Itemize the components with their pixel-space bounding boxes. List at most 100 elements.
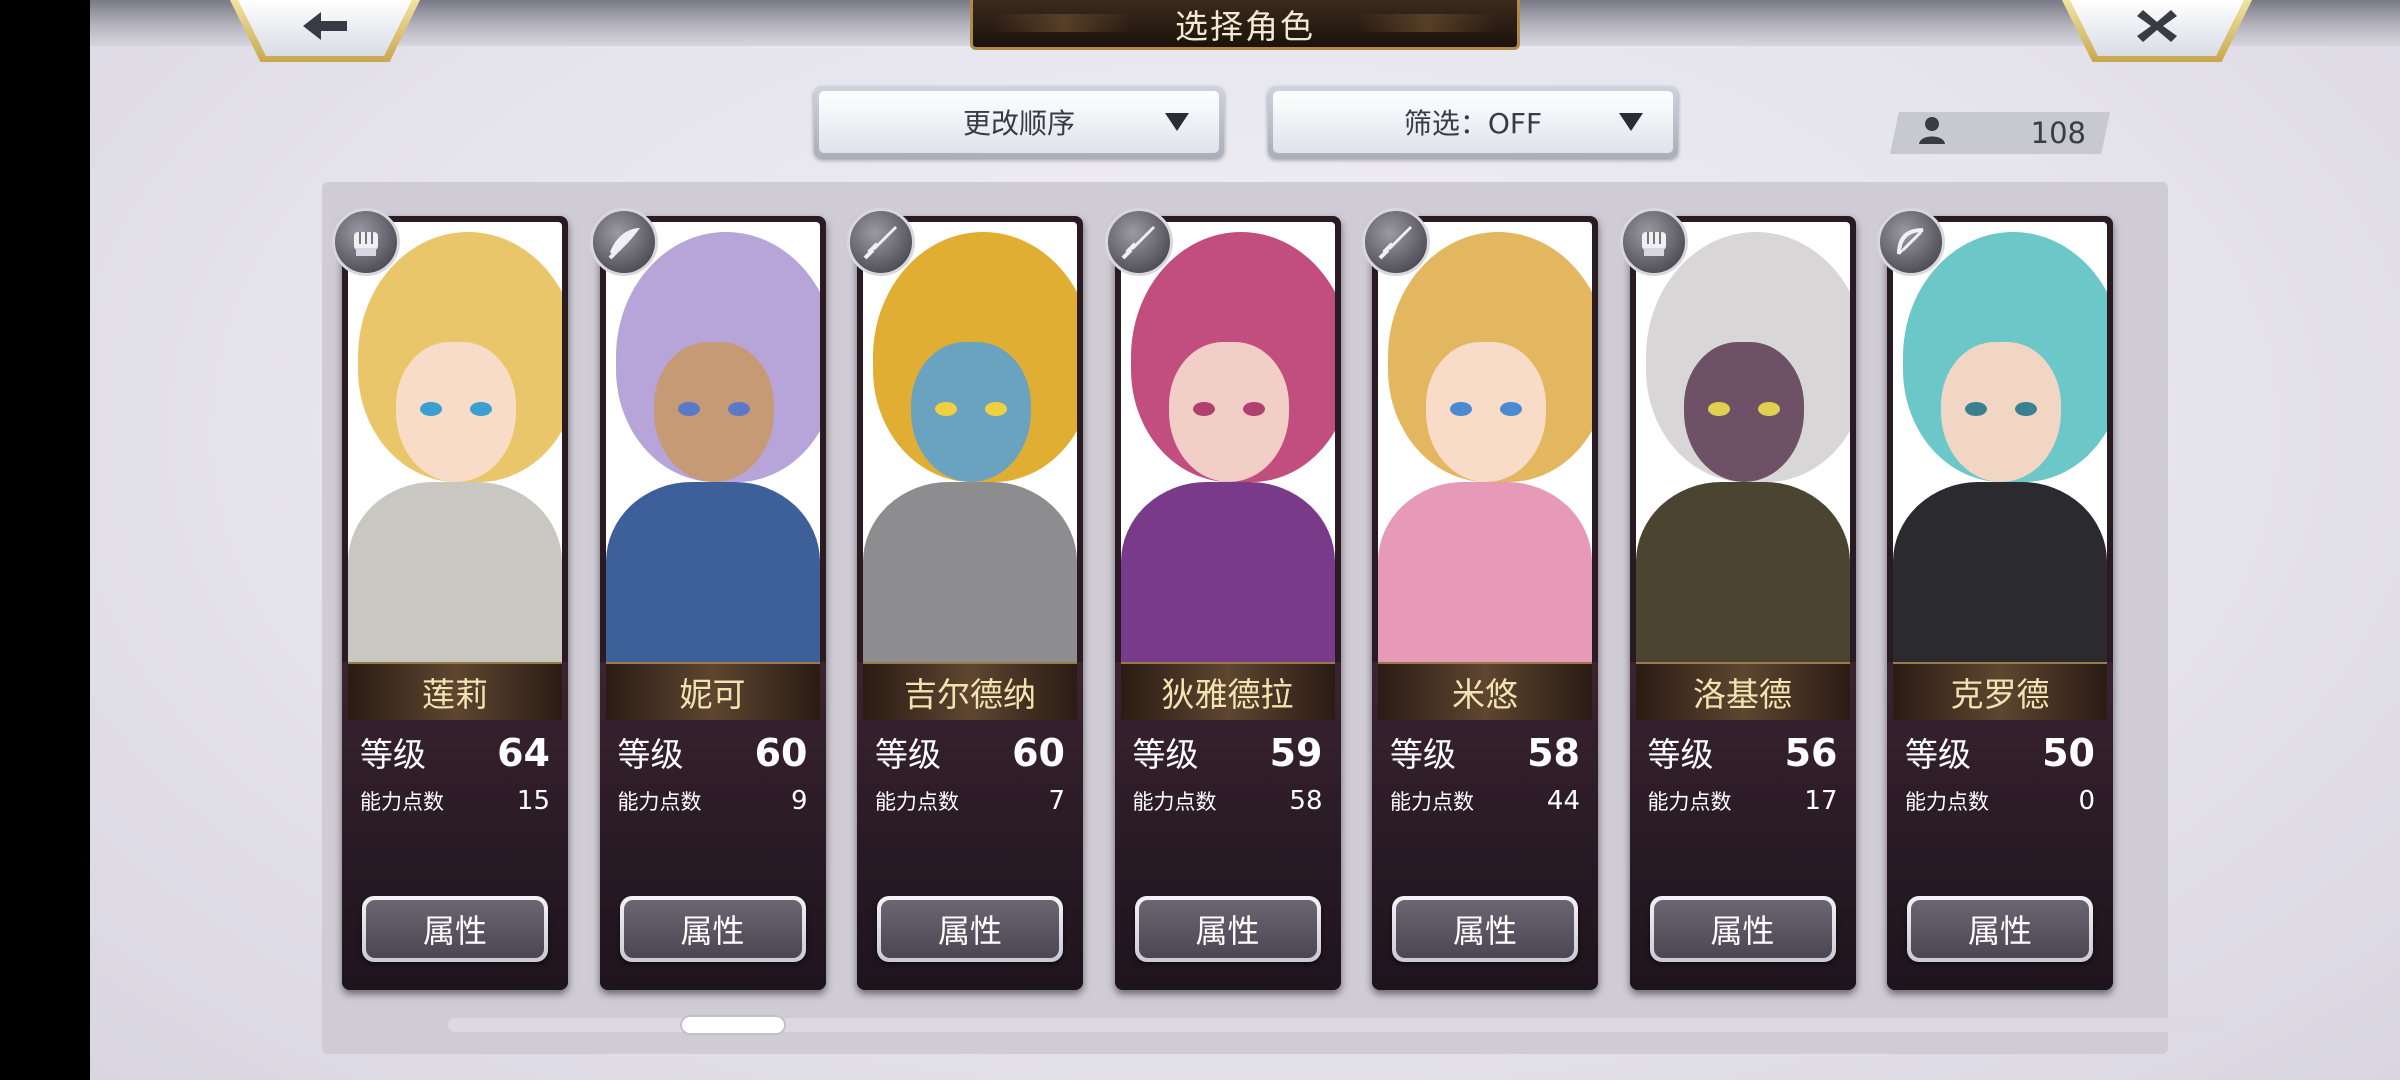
ability-points-value: 58	[1289, 786, 1323, 816]
filter-dropdown[interactable]: 筛选：OFF	[1268, 86, 1678, 158]
attributes-button[interactable]: 属性	[1907, 896, 2093, 962]
portrait-eye	[420, 402, 442, 416]
ability-points-value: 7	[1048, 786, 1065, 816]
character-portrait[interactable]	[1635, 222, 1850, 662]
character-card[interactable]: 狄雅德拉 等级 59 能力点数 58 属性	[1114, 216, 1341, 990]
chevron-down-icon	[1619, 113, 1643, 131]
ability-points-row: 能力点数 44	[1390, 786, 1580, 816]
portrait-outfit	[605, 482, 820, 662]
character-card[interactable]: 吉尔德纳 等级 60 能力点数 7 属性	[857, 216, 1083, 990]
arrow-left-icon	[297, 6, 353, 50]
portrait-eye	[1192, 402, 1215, 416]
attributes-button-label: 属性	[1195, 912, 1260, 950]
attributes-button-label: 属性	[422, 912, 487, 950]
character-portrait[interactable]	[1120, 222, 1335, 662]
portrait-face	[653, 342, 774, 482]
character-name: 妮可	[605, 662, 820, 720]
portrait-eye	[935, 402, 957, 416]
character-portrait[interactable]	[1893, 222, 2107, 662]
character-portrait[interactable]	[348, 222, 562, 662]
portrait-outfit	[1635, 482, 1850, 662]
character-name-text: 狄雅德拉	[1161, 675, 1294, 714]
level-label: 等级	[1132, 735, 1199, 774]
sort-dropdown[interactable]: 更改顺序	[814, 86, 1224, 158]
level-label: 等级	[1905, 735, 1971, 774]
level-row: 等级 64	[360, 728, 550, 776]
ability-points-label: 能力点数	[360, 790, 444, 814]
level-label: 等级	[1390, 735, 1456, 774]
character-name: 洛基德	[1635, 662, 1850, 720]
character-card[interactable]: 克罗德 等级 50 能力点数 0 属性	[1887, 216, 2113, 990]
character-name-text: 米悠	[1452, 675, 1518, 714]
ability-points-label: 能力点数	[1390, 790, 1474, 814]
ability-points-value: 15	[516, 786, 550, 816]
attributes-button[interactable]: 属性	[1134, 896, 1321, 962]
character-card[interactable]: 莲莉 等级 64 能力点数 15 属性	[342, 216, 568, 990]
character-card[interactable]: 米悠 等级 58 能力点数 44 属性	[1372, 216, 1598, 990]
level-value: 64	[497, 731, 550, 775]
close-button[interactable]	[2062, 0, 2252, 62]
character-card[interactable]: 洛基德 等级 56 能力点数 17 属性	[1629, 216, 1856, 990]
character-portrait[interactable]	[605, 222, 820, 662]
person-icon	[1916, 114, 1948, 153]
ability-points-label: 能力点数	[1647, 790, 1732, 814]
portrait-eye	[1500, 402, 1522, 416]
portrait-eye	[1450, 402, 1472, 416]
portrait-outfit	[348, 482, 562, 662]
ability-points-value: 9	[790, 786, 808, 816]
sword-icon	[1104, 208, 1173, 276]
ability-points-row: 能力点数 7	[875, 786, 1065, 816]
character-card[interactable]: 妮可 等级 60 能力点数 9 属性	[599, 216, 826, 990]
portrait-face	[1941, 342, 2061, 482]
portrait-outfit	[1893, 482, 2107, 662]
portrait-eye	[1242, 402, 1265, 416]
ability-points-row: 能力点数 58	[1133, 786, 1323, 816]
level-label: 等级	[617, 735, 684, 774]
attributes-button[interactable]: 属性	[362, 896, 548, 962]
filter-label: 筛选：OFF	[1403, 107, 1543, 140]
level-label: 等级	[360, 735, 426, 774]
ability-points-label: 能力点数	[875, 790, 959, 814]
portrait-eye	[1965, 402, 1987, 416]
character-name-text: 吉尔德纳	[904, 675, 1036, 714]
level-value: 58	[1527, 731, 1580, 775]
ability-points-row: 能力点数 15	[360, 786, 550, 816]
level-label: 等级	[875, 735, 941, 774]
level-value: 60	[754, 731, 808, 775]
portrait-outfit	[863, 482, 1077, 662]
back-button[interactable]	[230, 0, 420, 62]
game-screen: 选择角色 更改顺序 筛选：OFF 108 莲莉 等级 64 能力点数 15 属性…	[90, 0, 2400, 1080]
page-title-text: 选择角色	[1175, 6, 1315, 46]
portrait-face	[1168, 342, 1289, 482]
scrollbar-thumb[interactable]	[680, 1015, 786, 1035]
level-row: 等级 56	[1648, 728, 1838, 776]
portrait-eye	[2015, 402, 2037, 416]
level-row: 等级 60	[618, 728, 808, 776]
attributes-button[interactable]: 属性	[1392, 896, 1578, 962]
portrait-eye	[1757, 402, 1780, 416]
portrait-eye	[677, 402, 700, 416]
blade-icon	[589, 208, 658, 276]
attributes-button[interactable]: 属性	[619, 896, 806, 962]
portrait-face	[1426, 342, 1546, 482]
attributes-button[interactable]: 属性	[1649, 896, 1836, 962]
ability-points-label: 能力点数	[617, 790, 702, 814]
fist-icon	[332, 208, 400, 276]
character-name-text: 克罗德	[1950, 675, 2050, 714]
sort-label: 更改顺序	[962, 107, 1075, 140]
level-value: 60	[1012, 731, 1065, 775]
ability-points-label: 能力点数	[1132, 790, 1217, 814]
level-value: 50	[2042, 731, 2095, 775]
portrait-eye	[1707, 402, 1730, 416]
attributes-button[interactable]: 属性	[877, 896, 1063, 962]
portrait-eye	[470, 402, 492, 416]
character-name-text: 洛基德	[1693, 675, 1792, 714]
chevron-down-icon	[1165, 113, 1189, 131]
attributes-button-label: 属性	[937, 912, 1002, 950]
portrait-face	[911, 342, 1031, 482]
character-name-text: 妮可	[679, 675, 746, 714]
character-portrait[interactable]	[1378, 222, 1592, 662]
character-portrait[interactable]	[863, 222, 1077, 662]
character-name: 莲莉	[348, 662, 562, 720]
fist-icon	[1619, 208, 1688, 276]
